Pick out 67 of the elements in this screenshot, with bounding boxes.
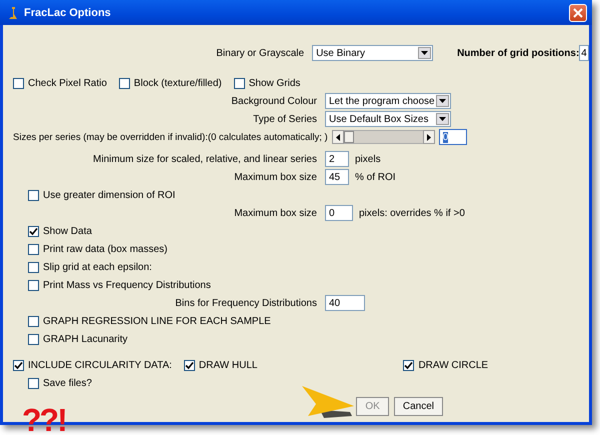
input-field[interactable]: 4 xyxy=(579,45,590,61)
scroll-right-button[interactable] xyxy=(422,130,435,144)
checkbox-label: Show Grids xyxy=(248,78,300,88)
checkbox-label: DRAW CIRCLE xyxy=(418,360,488,370)
slider[interactable] xyxy=(344,130,423,144)
dropdown[interactable]: Use Default Box Sizes xyxy=(325,111,451,127)
checkbox[interactable] xyxy=(234,78,245,88)
checkbox[interactable] xyxy=(28,280,39,290)
checkbox[interactable] xyxy=(28,334,39,344)
checkbox[interactable] xyxy=(184,360,195,370)
checkbox-label: Save files? xyxy=(43,378,92,388)
close-button[interactable] xyxy=(569,4,587,22)
dropdown[interactable]: Let the program choose xyxy=(325,93,451,109)
unit-label: % of ROI xyxy=(355,172,396,182)
input-field[interactable]: 2 xyxy=(325,151,349,167)
unit-label: pixels xyxy=(355,154,381,164)
checkbox-label: INCLUDE CIRCULARITY DATA: xyxy=(28,360,172,370)
check-icon xyxy=(404,360,414,370)
checkbox[interactable] xyxy=(28,190,39,200)
checkbox[interactable] xyxy=(28,226,39,236)
dropdown[interactable]: Use Binary xyxy=(312,45,434,61)
close-icon xyxy=(573,8,583,18)
field-label: Binary or Grayscale xyxy=(215,48,306,58)
left-arrow-icon xyxy=(336,134,340,140)
checkbox-label: Use greater dimension of ROI xyxy=(43,190,176,200)
input-field[interactable]: 45 xyxy=(325,169,349,185)
checkbox-label: Slip grid at each epsilon: xyxy=(43,262,152,272)
field-label: Number of grid positions: xyxy=(457,48,580,58)
unit-label: pixels: overrides % if >0 xyxy=(359,208,465,218)
caret-icon xyxy=(439,117,446,121)
field-label: Background Colour xyxy=(230,96,318,106)
cancel-button[interactable]: Cancel xyxy=(394,397,443,416)
checkbox[interactable] xyxy=(28,378,39,388)
check-icon xyxy=(184,360,194,370)
check-icon xyxy=(29,226,38,236)
field-label: Type of Series xyxy=(252,114,318,124)
window-title: FracLac Options xyxy=(24,6,112,18)
checkbox[interactable] xyxy=(28,244,39,254)
checkbox-label: Block (texture/filled) xyxy=(134,78,222,88)
input-field[interactable]: 0 xyxy=(325,205,353,221)
field-label: Minimum size for scaled, relative, and linear series xyxy=(92,154,318,164)
scroll-left-button[interactable] xyxy=(332,130,344,144)
field-label: Maximum box size xyxy=(233,208,318,218)
field-label: Bins for Frequency Distributions xyxy=(174,298,318,308)
app-icon xyxy=(8,6,18,20)
checkbox[interactable] xyxy=(403,360,414,370)
right-arrow-icon xyxy=(426,134,431,140)
checkbox-label: Show Data xyxy=(43,226,92,236)
checkbox-label: Print raw data (box masses) xyxy=(43,244,168,254)
check-icon xyxy=(14,360,23,370)
checkbox[interactable] xyxy=(13,360,24,370)
checkbox[interactable] xyxy=(13,78,24,88)
checkbox-label: Print Mass vs Frequency Distributions xyxy=(43,280,211,290)
input-field[interactable]: 40 xyxy=(325,295,365,311)
field-label: Sizes per series (may be overridden if invalid):(0 calculates automatically; ) xyxy=(13,132,328,142)
checkbox[interactable] xyxy=(28,316,39,326)
checkbox-label: DRAW HULL xyxy=(198,360,258,370)
checkbox[interactable] xyxy=(28,262,39,272)
checkbox-label: GRAPH Lacunarity xyxy=(43,334,128,344)
checkbox-label: Check Pixel Ratio xyxy=(28,78,107,88)
checkbox-label: GRAPH REGRESSION LINE FOR EACH SAMPLE xyxy=(43,316,271,326)
slider-thumb[interactable] xyxy=(344,131,354,143)
caret-icon xyxy=(421,51,428,55)
caret-icon xyxy=(439,99,446,103)
input-field[interactable]: 0 xyxy=(438,129,467,145)
checkbox[interactable] xyxy=(118,78,130,88)
field-label: Maximum box size xyxy=(233,172,318,182)
